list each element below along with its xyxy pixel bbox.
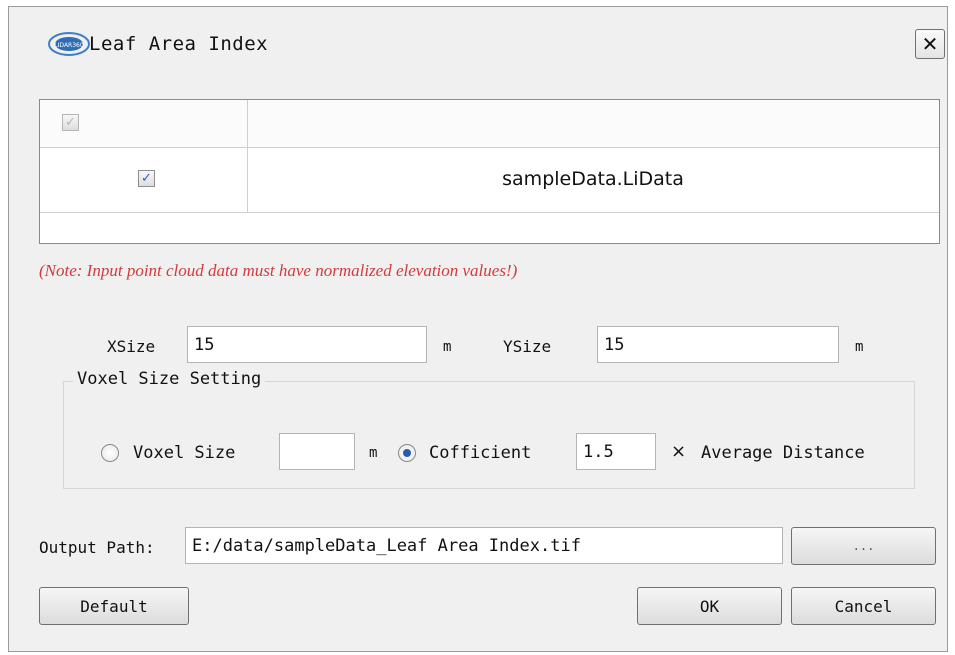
file-name-cell: sampleData.LiData bbox=[502, 168, 684, 190]
multiply-icon: × bbox=[671, 441, 687, 462]
ysize-unit: m bbox=[855, 339, 864, 355]
coefficient-label: Cofficient bbox=[429, 443, 532, 463]
output-path-label: Output Path: bbox=[39, 538, 155, 557]
leaf-area-index-dialog: LIDAR360 Leaf Area Index ✕ ✓ ✓ sampleDat… bbox=[8, 6, 948, 652]
row-checkbox[interactable]: ✓ bbox=[138, 170, 155, 187]
xsize-unit: m bbox=[443, 339, 452, 355]
voxel-size-group bbox=[63, 381, 915, 489]
cancel-label: Cancel bbox=[834, 596, 893, 616]
app-logo-icon: LIDAR360 bbox=[48, 32, 90, 56]
select-all-checkbox[interactable]: ✓ bbox=[62, 114, 79, 131]
voxel-size-unit: m bbox=[369, 445, 378, 461]
svg-text:LIDAR360: LIDAR360 bbox=[54, 42, 84, 49]
xsize-input[interactable]: 15 bbox=[187, 326, 427, 363]
ysize-input[interactable]: 15 bbox=[597, 326, 839, 363]
data-table: ✓ ✓ sampleData.LiData bbox=[39, 99, 940, 244]
average-distance-label: Average Distance bbox=[701, 443, 865, 463]
normalization-note: (Note: Input point cloud data must have … bbox=[39, 261, 518, 280]
voxel-size-radio[interactable] bbox=[101, 444, 119, 462]
default-label: Default bbox=[80, 596, 148, 616]
ok-button[interactable]: OK bbox=[637, 587, 782, 625]
voxel-size-label: Voxel Size bbox=[133, 443, 236, 463]
window-title: Leaf Area Index bbox=[89, 33, 269, 55]
close-button[interactable]: ✕ bbox=[915, 29, 945, 59]
title-bar: LIDAR360 Leaf Area Index ✕ bbox=[9, 7, 947, 81]
coefficient-radio[interactable] bbox=[398, 444, 416, 462]
xsize-label: XSize bbox=[107, 337, 156, 356]
browse-label: ... bbox=[852, 539, 875, 553]
voxel-group-title: Voxel Size Setting bbox=[73, 369, 266, 389]
cancel-button[interactable]: Cancel bbox=[791, 587, 936, 625]
ysize-label: YSize bbox=[503, 337, 552, 356]
ok-label: OK bbox=[699, 596, 720, 616]
table-row[interactable]: ✓ sampleData.LiData bbox=[40, 148, 939, 213]
voxel-size-input[interactable] bbox=[279, 433, 355, 470]
table-header: ✓ bbox=[40, 100, 939, 148]
coefficient-input[interactable]: 1.5 bbox=[576, 433, 656, 470]
output-path-input[interactable]: E:/data/sampleData_Leaf Area Index.tif bbox=[185, 527, 783, 564]
browse-button[interactable]: ... bbox=[791, 527, 936, 565]
close-icon: ✕ bbox=[921, 32, 939, 56]
default-button[interactable]: Default bbox=[39, 587, 189, 625]
